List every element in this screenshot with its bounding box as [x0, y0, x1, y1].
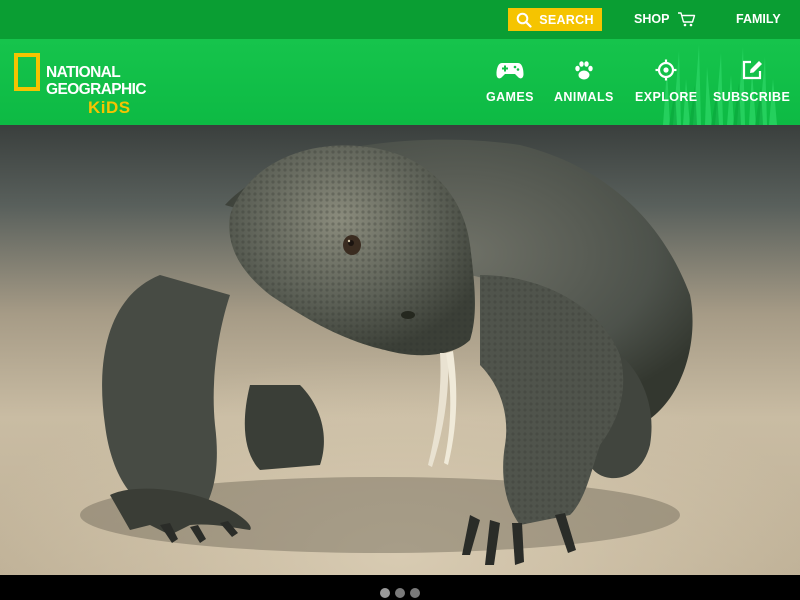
- logo-text-geographic: GEOGRAPHIC: [46, 81, 147, 98]
- carousel-dot-3[interactable]: [410, 588, 420, 598]
- top-utility-bar: SEARCH SHOP FAMILY: [0, 0, 800, 39]
- carousel-dot-2[interactable]: [395, 588, 405, 598]
- gamepad-icon: [496, 63, 524, 79]
- carousel-strip: [0, 575, 800, 600]
- carousel-dots: [380, 588, 420, 598]
- cart-icon: [678, 12, 696, 27]
- target-icon: [655, 59, 677, 81]
- nav-subscribe[interactable]: SUBSCRIBE: [713, 59, 790, 104]
- main-nav-bar: NATIONAL GEOGRAPHIC KiDS GAMES ANIMALS E…: [0, 39, 800, 125]
- family-link[interactable]: FAMILY: [736, 12, 781, 26]
- nat-geo-kids-logo[interactable]: NATIONAL GEOGRAPHIC KiDS: [14, 51, 154, 117]
- logo-text-national: NATIONAL: [46, 64, 121, 81]
- nav-animals-label: ANIMALS: [554, 90, 614, 104]
- shop-link[interactable]: SHOP: [634, 11, 696, 27]
- hero-image[interactable]: [0, 125, 800, 575]
- nav-subscribe-label: SUBSCRIBE: [713, 90, 791, 104]
- komodo-dragon-image: [80, 139, 693, 565]
- nav-games[interactable]: GAMES: [486, 59, 534, 104]
- carousel-dot-1[interactable]: [380, 588, 390, 598]
- nav-explore[interactable]: EXPLORE: [635, 59, 698, 104]
- logo-text-kids: KiDS: [88, 98, 131, 117]
- nav-explore-label: EXPLORE: [635, 90, 698, 104]
- shop-label: SHOP: [634, 12, 670, 26]
- paw-icon: [575, 61, 593, 80]
- nav-animals[interactable]: ANIMALS: [554, 59, 614, 104]
- nav-games-label: GAMES: [486, 90, 534, 104]
- search-label: SEARCH: [539, 12, 594, 27]
- edit-icon: [742, 60, 762, 80]
- yellow-border-icon: [14, 53, 40, 91]
- search-icon: [516, 12, 532, 28]
- search-button[interactable]: SEARCH: [508, 8, 602, 31]
